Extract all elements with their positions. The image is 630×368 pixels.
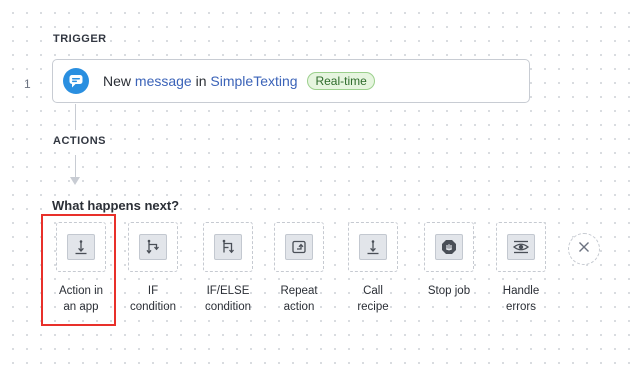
- trigger-joiner: in: [191, 73, 211, 89]
- option-label-line: condition: [129, 301, 177, 313]
- option-label: IF/ELSE condition: [198, 283, 258, 315]
- step-number: 1: [24, 77, 31, 91]
- repeat-action-icon: [285, 234, 313, 260]
- close-button[interactable]: [568, 233, 600, 265]
- option-tile[interactable]: [424, 222, 474, 272]
- call-recipe-icon: [359, 234, 387, 260]
- realtime-badge: Real-time: [307, 72, 375, 90]
- option-label-line: Handle: [502, 285, 540, 297]
- option-label: Stop job: [419, 283, 479, 299]
- option-label: Handle errors: [491, 283, 551, 315]
- option-if-else-condition[interactable]: IF/ELSE condition: [198, 222, 258, 315]
- option-handle-errors[interactable]: Handle errors: [491, 222, 551, 315]
- action-in-app-icon: [67, 234, 95, 260]
- if-condition-icon: [139, 234, 167, 260]
- option-label: Repeat action: [269, 283, 329, 315]
- option-label-line: IF/ELSE: [206, 285, 250, 297]
- stop-job-icon: [435, 234, 463, 260]
- option-label: Call recipe: [343, 283, 403, 315]
- connector-line: [75, 104, 76, 130]
- trigger-section-label: TRIGGER: [53, 33, 107, 45]
- option-action-in-app[interactable]: Action in an app: [51, 222, 111, 315]
- option-label: Action in an app: [51, 283, 111, 315]
- option-label-line: errors: [505, 301, 537, 313]
- option-label-line: Call: [363, 285, 383, 297]
- option-label-line: recipe: [357, 301, 389, 313]
- option-tile[interactable]: [496, 222, 546, 272]
- handle-errors-icon: [507, 234, 535, 260]
- option-label-line: condition: [204, 301, 252, 313]
- option-tile[interactable]: [128, 222, 178, 272]
- actions-section-label: ACTIONS: [53, 135, 106, 147]
- close-icon: [577, 240, 591, 259]
- option-label-line: IF: [147, 285, 159, 297]
- connector-line: [75, 155, 76, 177]
- option-repeat-action[interactable]: Repeat action: [269, 222, 329, 315]
- option-tile[interactable]: [348, 222, 398, 272]
- option-label-line: action: [283, 301, 315, 313]
- next-step-question: What happens next?: [52, 198, 180, 213]
- trigger-app-name[interactable]: SimpleTexting: [210, 73, 297, 89]
- option-tile[interactable]: [203, 222, 253, 272]
- option-if-condition[interactable]: IF condition: [123, 222, 183, 315]
- option-call-recipe[interactable]: Call recipe: [343, 222, 403, 315]
- option-label: IF condition: [123, 283, 183, 315]
- option-stop-job[interactable]: Stop job: [419, 222, 479, 299]
- option-tile[interactable]: [56, 222, 106, 272]
- trigger-prefix: New: [103, 73, 135, 89]
- option-label-line: Stop job: [427, 285, 471, 297]
- trigger-event[interactable]: message: [135, 73, 192, 89]
- trigger-card[interactable]: New message in SimpleTexting Real-time: [52, 59, 530, 103]
- chat-bubble-icon: [63, 68, 89, 94]
- arrow-down-icon: [70, 177, 80, 185]
- option-label-line: Action in: [58, 285, 104, 297]
- if-else-condition-icon: [214, 234, 242, 260]
- option-label-line: an app: [63, 301, 99, 313]
- option-tile[interactable]: [274, 222, 324, 272]
- trigger-summary: New message in SimpleTexting Real-time: [103, 72, 375, 90]
- option-label-line: Repeat: [280, 285, 318, 297]
